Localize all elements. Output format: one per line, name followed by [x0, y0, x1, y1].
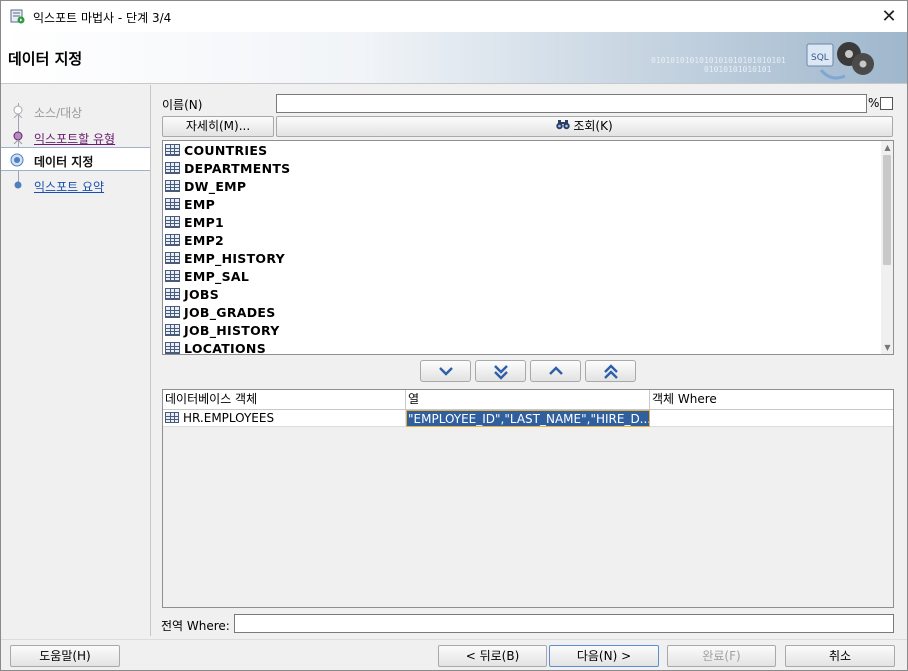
wizard-banner: 데이터 지정 0101010101010101010101010101 0101… [1, 32, 907, 84]
column-header-columns[interactable]: 열 [406, 390, 650, 409]
banner-binary-decoration: 0101010101010101010101010101 01010101010… [651, 56, 786, 74]
vertical-scrollbar[interactable]: ▲ ▼ [881, 141, 893, 354]
help-button[interactable]: 도움말(H) [10, 645, 120, 667]
query-button-label: 조회(K) [573, 119, 613, 133]
list-item-label: JOB_HISTORY [184, 323, 280, 338]
table-icon [165, 180, 180, 192]
nav-step-label: 소스/대상 [34, 106, 83, 120]
list-item[interactable]: EMP1 [163, 214, 879, 232]
nav-step-label: 익스포트 요약 [34, 180, 105, 194]
global-where-label: 전역 Where: [161, 619, 230, 633]
chevron-down-icon [439, 367, 453, 376]
table-icon [165, 216, 180, 228]
wildcard-label: % [868, 96, 880, 110]
name-filter-input[interactable] [276, 94, 867, 113]
database-object-cell[interactable]: HR.EMPLOYEES [163, 410, 406, 427]
list-item[interactable]: EMP_HISTORY [163, 250, 879, 268]
close-icon[interactable]: ✕ [871, 3, 907, 31]
list-item-label: LOCATIONS [184, 341, 266, 355]
step-pending-icon [14, 181, 22, 189]
list-item[interactable]: LOCATIONS [163, 340, 879, 355]
nav-step-specify-data[interactable]: 데이터 지정 [0, 147, 150, 171]
nav-step-export-summary[interactable]: 익스포트 요약 [0, 174, 150, 196]
table-icon [165, 324, 180, 336]
finish-button[interactable]: 완료(F) [667, 645, 776, 667]
move-selected-up-button[interactable] [530, 360, 581, 382]
list-item-label: DW_EMP [184, 179, 247, 194]
list-item-label: JOB_GRADES [184, 305, 276, 320]
list-item[interactable]: EMP_SAL [163, 268, 879, 286]
scroll-thumb[interactable] [883, 155, 891, 265]
list-item-label: EMP1 [184, 215, 225, 230]
object-where-cell[interactable] [650, 410, 893, 427]
double-chevron-down-icon [494, 365, 508, 380]
list-item-label: EMP [184, 197, 216, 212]
table-icon [165, 198, 180, 210]
table-icon [165, 288, 180, 300]
app-icon [10, 9, 25, 24]
list-item-label: EMP2 [184, 233, 225, 248]
nav-step-label: 데이터 지정 [34, 155, 94, 169]
table-icon [165, 144, 180, 156]
list-item[interactable]: COUNTRIES [163, 142, 879, 160]
list-item[interactable]: DW_EMP [163, 178, 879, 196]
table-icon [165, 234, 180, 246]
step-current-icon [10, 153, 24, 167]
object-rows: COUNTRIES DEPARTMENTS DW_EMP EMP EMP1 EMP2 EMP… [163, 142, 879, 355]
svg-text:SQL: SQL [811, 53, 829, 63]
chevron-up-icon [549, 366, 563, 375]
title-bar: 익스포트 마법사 - 단계 3/4 ✕ [0, 0, 908, 32]
list-item-label: EMP_HISTORY [184, 251, 285, 266]
double-chevron-up-icon [604, 364, 618, 379]
list-item-label: EMP_SAL [184, 269, 250, 284]
table-row[interactable]: HR.EMPLOYEES "EMPLOYEE_ID","LAST_NAME","… [163, 410, 893, 427]
list-item[interactable]: JOBS [163, 286, 879, 304]
table-icon [165, 252, 180, 264]
next-button[interactable]: 다음(N) > [549, 645, 659, 667]
list-item-label: JOBS [184, 287, 220, 302]
available-objects-list[interactable]: COUNTRIES DEPARTMENTS DW_EMP EMP EMP1 EMP2 EMP… [162, 140, 894, 355]
list-item[interactable]: JOB_HISTORY [163, 322, 879, 340]
wildcard-checkbox[interactable] [880, 97, 893, 110]
scroll-down-icon[interactable]: ▼ [881, 341, 893, 354]
move-all-up-button[interactable] [585, 360, 636, 382]
list-item[interactable]: JOB_GRADES [163, 304, 879, 322]
step-visited-icon [13, 105, 23, 118]
query-button[interactable]: 조회(K) [276, 116, 893, 137]
binoculars-icon [556, 120, 571, 130]
back-button[interactable]: < 뒤로(B) [438, 645, 547, 667]
table-icon [165, 162, 180, 174]
name-filter-label: 이름(N) [162, 98, 203, 112]
table-header: 데이터베이스 객체 열 객체 Where [163, 390, 893, 410]
footer-divider [0, 639, 908, 640]
cancel-button[interactable]: 취소 [785, 645, 895, 667]
list-item-label: DEPARTMENTS [184, 161, 291, 176]
step-title: 데이터 지정 [8, 50, 83, 68]
list-item[interactable]: DEPARTMENTS [163, 160, 879, 178]
nav-step-label: 익스포트할 유형 [34, 132, 116, 146]
table-icon [165, 412, 179, 423]
details-button[interactable]: 자세히(M)... [162, 116, 274, 137]
database-object-name: HR.EMPLOYEES [183, 411, 275, 425]
table-icon [165, 342, 180, 354]
global-where-input[interactable] [234, 614, 894, 633]
list-item[interactable]: EMP [163, 196, 879, 214]
sql-export-graphic-icon: SQL [806, 42, 874, 80]
nav-step-export-type[interactable]: 익스포트할 유형 [0, 126, 150, 148]
column-header-object-where[interactable]: 객체 Where [650, 390, 893, 409]
move-all-down-button[interactable] [475, 360, 526, 382]
step-visited-icon [13, 131, 23, 144]
columns-cell[interactable]: "EMPLOYEE_ID","LAST_NAME","HIRE_D... [406, 410, 650, 427]
selected-objects-table[interactable]: 데이터베이스 객체 열 객체 Where HR.EMPLOYEES "EMPLO… [162, 389, 894, 608]
table-icon [165, 270, 180, 282]
list-item[interactable]: EMP2 [163, 232, 879, 250]
list-item-label: COUNTRIES [184, 143, 268, 158]
table-icon [165, 306, 180, 318]
move-selected-down-button[interactable] [420, 360, 471, 382]
window-title: 익스포트 마법사 - 단계 3/4 [33, 11, 172, 25]
scroll-up-icon[interactable]: ▲ [881, 141, 893, 154]
nav-step-source-target[interactable]: 소스/대상 [0, 100, 150, 122]
column-header-database-object[interactable]: 데이터베이스 객체 [163, 390, 406, 409]
